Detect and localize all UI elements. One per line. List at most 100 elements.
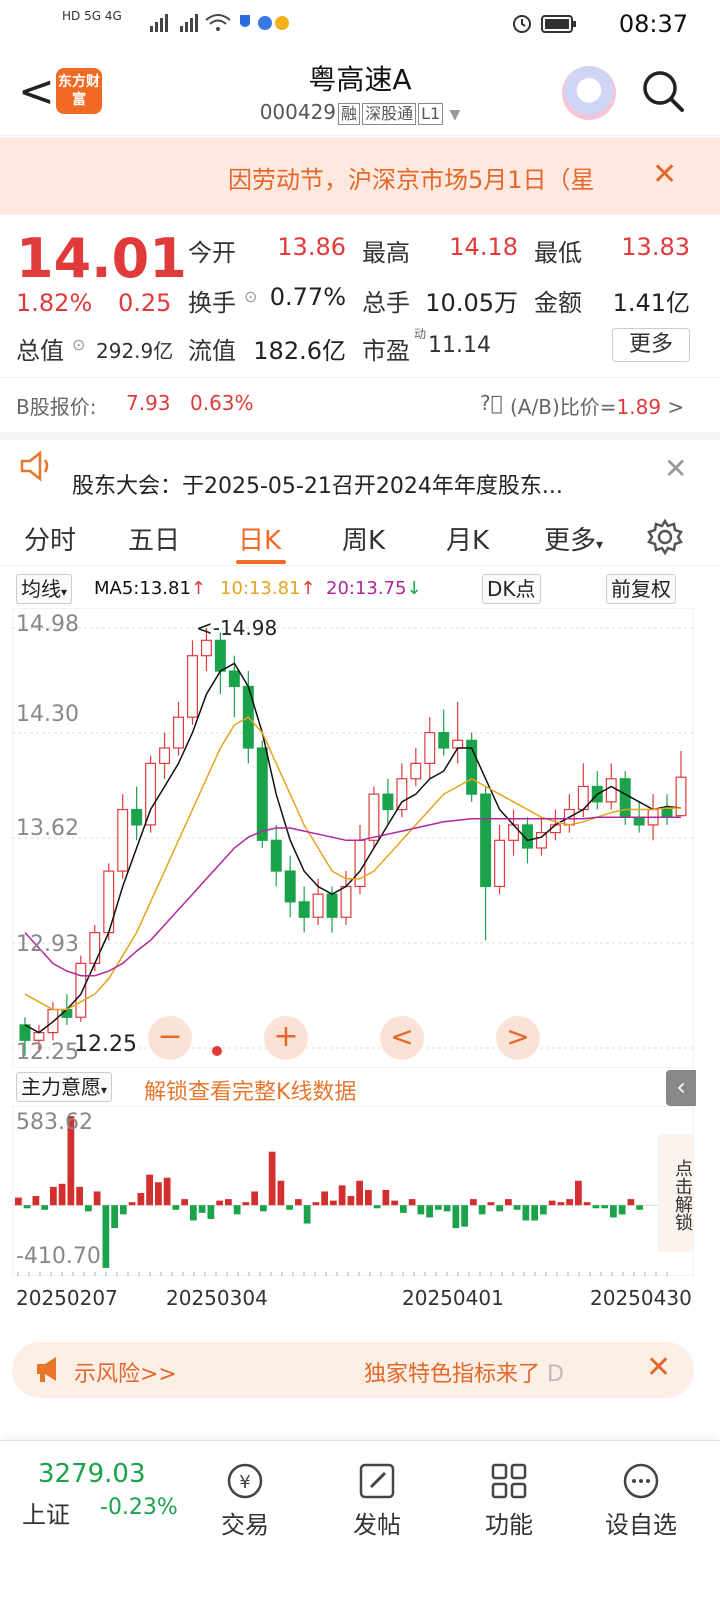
feature-promo-text: 独家特色指标来了 [364, 1362, 541, 1387]
tab-weekly-k[interactable]: 周K [342, 520, 385, 557]
feature-promo[interactable]: 独家特色指标来了 D [364, 1356, 564, 1388]
tab-daily-k[interactable]: 日K [238, 520, 281, 557]
index-value[interactable]: 3279.03 [38, 1459, 146, 1489]
indicator-bar [487, 1202, 495, 1206]
stock-code: 000429 [259, 100, 337, 124]
section-gap [0, 432, 720, 440]
nav-post[interactable]: 发帖 [322, 1459, 432, 1540]
indicator-bar [435, 1205, 442, 1210]
risk-banner[interactable]: 示风险>> 独家特色指标来了 D ✕ [12, 1342, 694, 1398]
indicator-bar [76, 1186, 83, 1206]
nav-post-label: 发帖 [353, 1511, 401, 1539]
indicator-bar [548, 1200, 556, 1206]
edit-icon [322, 1459, 432, 1503]
y-tick-1: 14.30 [16, 702, 79, 727]
risk-link[interactable]: 示风险>> [74, 1356, 177, 1388]
indicator-bar [32, 1196, 40, 1206]
search-icon[interactable] [640, 68, 686, 114]
ma-legend: 均线▾ MA5:13.81↑ 10:13.81↑ 20:13.75↓ DK点 前… [0, 570, 720, 608]
indicator-bar [400, 1205, 407, 1213]
indicator-selector[interactable]: 主力意愿▾ [16, 1072, 113, 1102]
nav-add-watchlist[interactable]: 设自选 [586, 1459, 696, 1540]
tab-five-day[interactable]: 五日 [128, 520, 180, 557]
quote-panel: 14.01 1.82% 0.25 今开 13.86 最高 14.18 最低 13… [0, 215, 720, 435]
indicator-bar [146, 1174, 153, 1206]
candle [214, 639, 226, 672]
indicator-bar [478, 1205, 486, 1215]
side-unlock-button[interactable]: 点击解锁 [658, 1134, 694, 1252]
ma-selector-label: 均线 [21, 577, 61, 601]
sub-y-min: -410.70 [16, 1244, 101, 1269]
zoom-in-button[interactable]: + [264, 1016, 308, 1060]
info-icon[interactable]: ⊙ [244, 287, 257, 306]
indicator-bar [181, 1199, 188, 1206]
question-icon[interactable]: ?⃝ [480, 391, 503, 415]
grid-icon [454, 1459, 564, 1503]
candle [298, 901, 310, 918]
indicator-bar [242, 1202, 250, 1206]
candle [410, 762, 422, 780]
up-arrow-icon: ↑ [300, 578, 316, 599]
indicator-bar [391, 1200, 398, 1206]
indicator-bar [636, 1205, 643, 1210]
indicator-chart[interactable]: 583.62 -410.70 点击解锁 [11, 1105, 695, 1277]
indicator-bar [58, 1183, 66, 1206]
scroll-right-button[interactable]: > [496, 1016, 540, 1060]
date-axis: 20250207 20250304 20250401 20250430 [12, 1282, 694, 1312]
unlock-kline-link[interactable]: 解锁查看完整K线数据 [144, 1074, 356, 1106]
dk-point-toggle[interactable]: DK点 [482, 574, 541, 604]
collapse-left-icon[interactable]: ‹ [666, 1070, 696, 1106]
indicator-bar [172, 1205, 180, 1210]
candle [131, 808, 143, 826]
date-label-3: 20250430 [590, 1286, 692, 1310]
candle [270, 839, 282, 872]
mcap-value: 292.9亿 [96, 339, 174, 363]
nav-functions-label: 功能 [485, 1511, 533, 1539]
indicator-bar [382, 1189, 390, 1206]
sub-border [11, 1105, 695, 1277]
indicator-bar [190, 1205, 197, 1221]
announcement-close-button[interactable]: ✕ [664, 452, 687, 485]
indicator-bar [225, 1199, 232, 1206]
indicator-bar [295, 1199, 302, 1206]
indicator-bar [155, 1182, 162, 1206]
candle [186, 655, 198, 718]
ma-selector[interactable]: 均线▾ [16, 574, 73, 604]
tab-more[interactable]: 更多▾ [544, 520, 603, 557]
float-label: 流值 [188, 337, 236, 365]
candle [424, 732, 436, 764]
risk-close-button[interactable]: ✕ [646, 1350, 671, 1385]
kline-chart[interactable]: 14.98 14.30 13.62 12.93 12.25 <-14.98 12… [12, 608, 694, 1068]
mcap-info-icon[interactable]: ⊙ [72, 335, 85, 354]
alarm-battery-icons [510, 12, 580, 41]
notice-close-button[interactable]: ✕ [652, 157, 677, 192]
ab-ratio-link[interactable]: (A/B)比价=1.89 > [510, 391, 684, 420]
holiday-notice[interactable]: 因劳动节，沪深京市场5月1日（星 ✕ [0, 137, 720, 215]
adjust-selector[interactable]: 前复权 [606, 574, 676, 604]
nav-trade[interactable]: ¥ 交易 [190, 1459, 300, 1540]
tab-intraday[interactable]: 分时 [24, 520, 76, 557]
float-value: 182.6亿 [253, 337, 346, 365]
indicator-bar [540, 1205, 547, 1215]
tab-more-label: 更多 [544, 526, 597, 556]
indicator-bar [557, 1202, 565, 1206]
index-change: -0.23% [100, 1495, 178, 1520]
y-tick-3: 12.93 [16, 932, 79, 957]
announcement-bar[interactable]: 股东大会：于2025-05-21召开2024年年度股东... ✕ [0, 440, 720, 502]
indicator-bar [137, 1192, 145, 1206]
nav-trade-label: 交易 [221, 1511, 269, 1539]
more-quote-button[interactable]: 更多 [612, 328, 690, 362]
candle [117, 808, 129, 872]
tab-monthly-k[interactable]: 月K [446, 520, 489, 557]
scroll-left-button[interactable]: < [380, 1016, 424, 1060]
network-indicators: HD 5G 4G [62, 9, 122, 23]
announcement-text: 股东大会：于2025-05-21召开2024年年度股东... [72, 474, 563, 499]
active-tab-indicator [236, 560, 286, 564]
zoom-out-button[interactable]: − [148, 1016, 192, 1060]
nav-functions[interactable]: 功能 [454, 1459, 564, 1540]
robot-avatar[interactable] [562, 66, 616, 120]
candle [661, 808, 673, 818]
candle [605, 778, 617, 803]
gear-icon[interactable] [646, 518, 684, 560]
turnover-label: 换手 [188, 289, 236, 317]
